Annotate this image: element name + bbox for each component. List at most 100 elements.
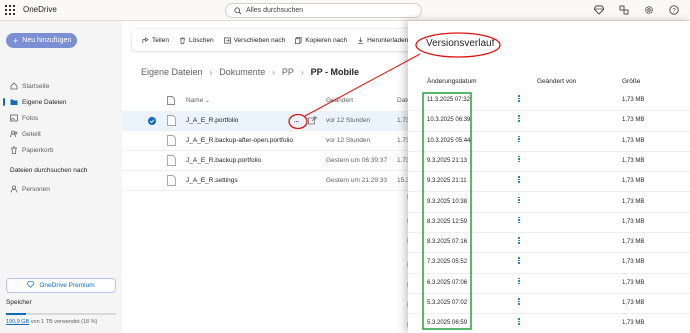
version-size: 1,73 MB [622,198,645,205]
version-date: 5.3.2025 06:59 [427,320,468,327]
checkmark-icon[interactable] [148,117,156,125]
gear-icon[interactable] [642,3,655,16]
diamond-icon[interactable] [592,3,605,16]
breadcrumb-item[interactable]: Eigene Dateien [141,67,203,77]
more-vertical-icon[interactable] [517,216,521,224]
sidebar-item-label: Papierkorb [22,146,54,154]
more-vertical-icon[interactable] [517,298,521,305]
more-vertical-icon[interactable] [517,115,521,122]
sidebar-item-people[interactable]: Personen [0,181,122,197]
sidebar-item-my-files[interactable]: Eigene Dateien [0,94,122,110]
storage-label: Speicher [6,299,32,306]
sidebar-item-shared[interactable]: Geteilt [0,126,122,142]
more-vertical-icon[interactable] [517,237,521,244]
version-row[interactable]: 11.3.2025 07:32 1,73 MB [408,91,690,112]
sidebar-item-recycle-bin[interactable]: Papierkorb [0,142,122,158]
search-placeholder[interactable]: Alles durchsuchen [246,7,303,14]
share-icon [142,36,149,43]
panel-title: Versionsverlauf [426,38,495,49]
delete-button[interactable]: Löschen [179,37,214,44]
version-size: 1,73 MB [622,320,645,327]
new-button[interactable]: + Neu hinzufügen [6,33,77,48]
version-row[interactable]: 9.3.2025 10:38 1,73 MB [408,193,690,213]
chevron-right-icon: › [272,67,275,77]
search-box[interactable]: Alles durchsuchen [225,3,422,18]
sidebar-item-photos[interactable]: Fotos [0,110,122,126]
help-icon[interactable]: ? [667,3,680,16]
version-row[interactable]: 5.3.2025 06:59 1,73 MB [408,314,690,333]
breadcrumb-item[interactable]: Dokumente [219,67,265,77]
app-launcher-icon[interactable] [5,5,15,15]
version-row[interactable]: 7.3.2025 05:52 1,73 MB [408,253,690,274]
app-title[interactable]: OneDrive [23,5,57,14]
file-icon [167,175,176,186]
share-label: Teilen [152,36,169,44]
download-icon [358,36,364,44]
more-vertical-icon[interactable] [517,135,521,143]
delete-label: Löschen [188,36,214,44]
version-date: 10.3.2025 05:44 [427,137,471,144]
move-button[interactable]: Verschieben nach [223,37,285,44]
premium-button[interactable]: OneDrive Premium [6,278,116,293]
file-name[interactable]: J_A_E_R.settings [186,177,238,184]
share-button[interactable]: Teilen [142,37,169,44]
column-header-modified[interactable]: Geändert [326,97,353,104]
version-size: 1,73 MB [622,239,645,246]
column-header-name[interactable]: Name [186,97,203,104]
file-type-icon[interactable] [167,96,175,105]
more-vertical-icon[interactable] [517,318,521,325]
more-vertical-icon[interactable] [517,155,521,163]
version-size: 1,73 MB [622,218,645,225]
file-name[interactable]: J_A_E_R.backup.portfolio [186,157,261,164]
version-size: 1,73 MB [622,137,645,144]
new-button-label: Neu hinzufügen [22,37,72,44]
file-modified: vor 12 Stunden [326,137,371,144]
column-header-date[interactable]: Änderungsdatum [427,78,477,85]
person-icon [10,185,18,193]
file-name[interactable]: J_A_E_R.portfolio [186,117,238,124]
move-icon [223,37,231,43]
file-name[interactable]: J_A_E_R.backup-after-open.portfolio [186,137,293,144]
version-date: 11.3.2025 07:32 [427,97,470,103]
version-row[interactable]: 9.3.2025 21:13 1,73 MB [408,152,690,173]
storage-fill [6,313,26,315]
version-date: 6.3.2025 07:06 [427,279,468,286]
more-vertical-icon[interactable] [517,176,521,183]
top-bar: OneDrive Alles durchsuchen ? [0,0,690,21]
trash-icon [11,146,17,154]
download-label: Herunterladen [367,36,409,44]
more-vertical-icon[interactable] [517,196,521,203]
breadcrumb-item[interactable]: PP [282,67,294,77]
column-header-size[interactable]: Größe [622,78,640,85]
sidebar: + Neu hinzufügen Startseite Eigene Dateie… [0,21,122,333]
copy-button[interactable]: Kopieren nach [295,37,347,44]
more-vertical-icon[interactable] [517,277,521,285]
more-options-button[interactable]: ··· [290,116,302,126]
browse-section-heading: Dateien durchsuchen nach [10,167,88,174]
more-vertical-icon[interactable] [517,257,521,264]
share-people-icon[interactable] [617,3,630,16]
version-row[interactable]: 6.3.2025 07:06 1,73 MB [408,274,690,294]
download-button[interactable]: Herunterladen [357,37,408,44]
version-row[interactable]: 5.3.2025 07:02 1,73 MB [408,294,690,315]
shared-icon [10,130,18,138]
sidebar-item-home[interactable]: Startseite [0,78,122,94]
version-history-panel: Versionsverlauf Änderungsdatum Geändert … [408,21,690,333]
plus-icon: + [13,35,19,46]
version-row[interactable]: 8.3.2025 12:59 1,73 MB [408,213,690,234]
more-vertical-icon[interactable] [517,95,521,102]
storage-usage-text: 190,9 GB von 1 TB verwendet (18 %) [6,319,97,325]
column-header-modified-by[interactable]: Geändert von [537,78,576,85]
sidebar-nav: Startseite Eigene Dateien Fotos Geteilt … [0,78,122,158]
share-icon[interactable] [308,116,317,125]
version-row[interactable]: 9.3.2025 21:11 1,73 MB [408,172,690,193]
chevron-right-icon: › [209,67,213,77]
version-date: 5.3.2025 07:02 [427,300,468,306]
version-row[interactable]: 8.3.2025 07:16 1,73 MB [408,233,690,254]
version-date: 7.3.2025 05:52 [427,259,468,266]
version-row[interactable]: 10.3.2025 06:39 1,73 MB [408,111,690,132]
storage-used-link[interactable]: 190,9 GB [6,319,29,325]
search-icon [234,7,242,15]
file-modified: vor 12 Stunden [326,117,371,124]
version-row[interactable]: 10.3.2025 05:44 1,73 MB [408,132,690,152]
